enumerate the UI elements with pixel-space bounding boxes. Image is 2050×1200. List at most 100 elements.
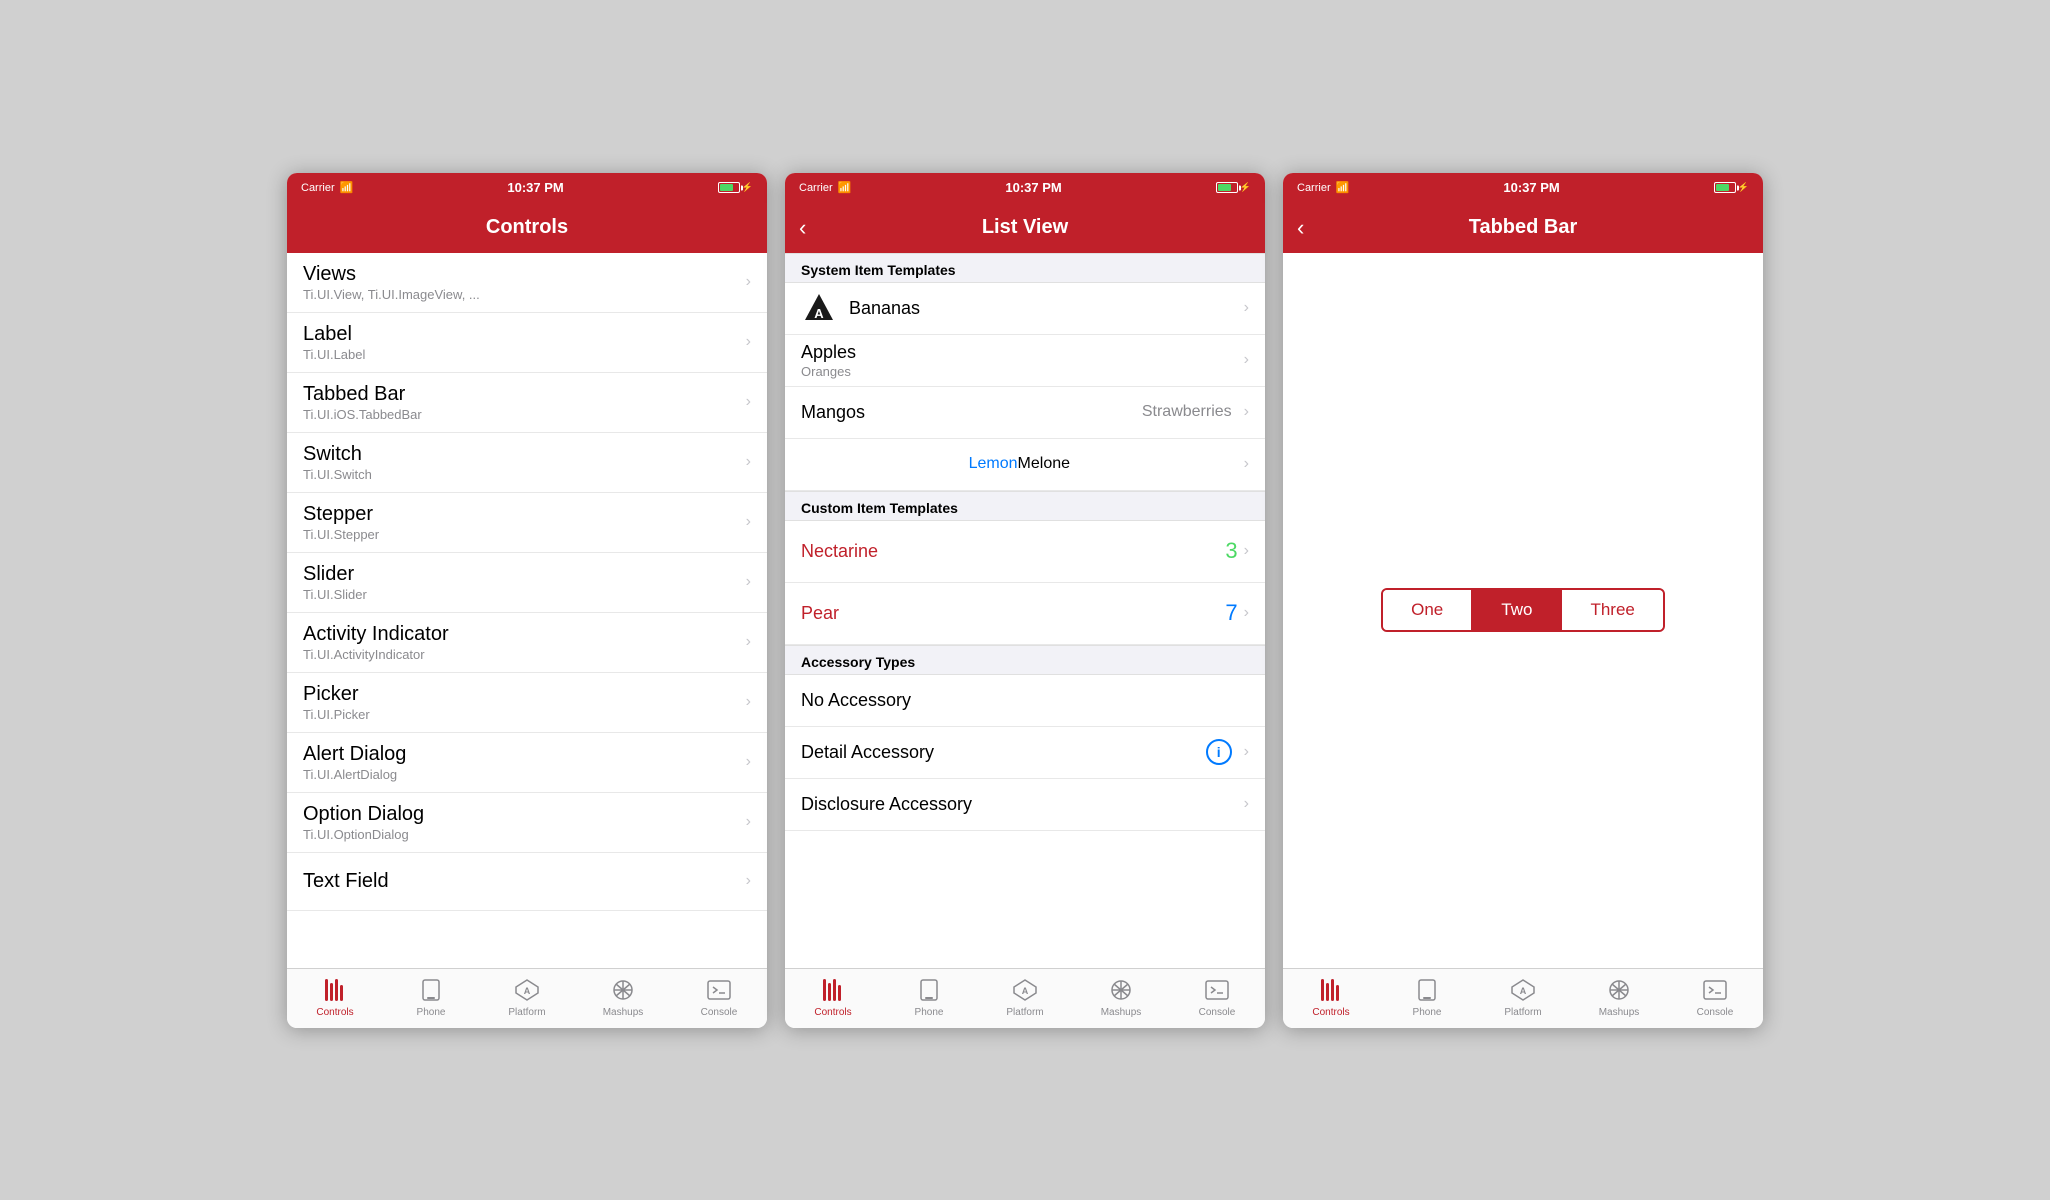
seg-btn-one[interactable]: One (1383, 590, 1473, 630)
platform-tab-icon-2: A (1013, 979, 1037, 1005)
chevron-lemon: › (1244, 455, 1249, 473)
list-row-title-bananas: Bananas (849, 298, 1238, 319)
svg-text:A: A (524, 986, 531, 996)
control-row-text-slider: Slider Ti.UI.Slider (303, 563, 740, 602)
lemon-text: Lemon (969, 455, 1018, 473)
tab-controls-3[interactable]: Controls (1283, 979, 1379, 1018)
control-title-tabbedbar: Tabbed Bar (303, 383, 740, 406)
tab-console-1[interactable]: Console (671, 979, 767, 1018)
time-2: 10:37 PM (1005, 180, 1061, 195)
back-button-3[interactable]: ‹ (1297, 215, 1304, 241)
carrier-label-1: Carrier (301, 182, 335, 194)
tab-label-platform-1: Platform (508, 1007, 545, 1018)
list-row-content-nectarine: Nectarine (801, 541, 1225, 562)
list-row-mangos[interactable]: Mangos Strawberries › (785, 387, 1265, 439)
tab-phone-3[interactable]: Phone (1379, 979, 1475, 1018)
list-row-disclosure-accessory[interactable]: Disclosure Accessory › (785, 779, 1265, 831)
status-right-2: ⚡ (1216, 182, 1251, 193)
listview-content: System Item Templates A Bananas › (785, 253, 1265, 968)
control-title-slider: Slider (303, 563, 740, 586)
control-row-text-activity: Activity Indicator Ti.UI.ActivityIndicat… (303, 623, 740, 662)
control-row-picker[interactable]: Picker Ti.UI.Picker › (287, 673, 767, 733)
control-row-optiondialog[interactable]: Option Dialog Ti.UI.OptionDialog › (287, 793, 767, 853)
control-row-alertdialog[interactable]: Alert Dialog Ti.UI.AlertDialog › (287, 733, 767, 793)
chevron-tabbedbar: › (746, 393, 751, 411)
chevron-mangos: › (1244, 403, 1249, 421)
chevron-detail-accessory: › (1244, 743, 1249, 761)
list-row-detail-accessory[interactable]: Detail Accessory i › (785, 727, 1265, 779)
list-row-nectarine[interactable]: Nectarine 3 › (785, 521, 1265, 583)
tab-platform-2[interactable]: A Platform (977, 979, 1073, 1018)
control-row-tabbedbar[interactable]: Tabbed Bar Ti.UI.iOS.TabbedBar › (287, 373, 767, 433)
tab-mashups-1[interactable]: Mashups (575, 979, 671, 1018)
phone-tab-icon-2 (920, 979, 938, 1005)
back-button-2[interactable]: ‹ (799, 215, 806, 241)
list-row-content-no-accessory: No Accessory (801, 690, 1249, 711)
control-row-views[interactable]: Views Ti.UI.View, Ti.UI.ImageView, ... › (287, 253, 767, 313)
nav-bar-1: Controls (287, 203, 767, 253)
tab-console-2[interactable]: Console (1169, 979, 1265, 1018)
control-row-textfield[interactable]: Text Field › (287, 853, 767, 911)
control-row-slider[interactable]: Slider Ti.UI.Slider › (287, 553, 767, 613)
chevron-views: › (746, 273, 751, 291)
list-row-lemon[interactable]: Lemon Melone › (785, 439, 1265, 491)
segmented-control[interactable]: One Two Three (1381, 588, 1665, 632)
control-title-views: Views (303, 263, 740, 286)
control-subtitle-tabbedbar: Ti.UI.iOS.TabbedBar (303, 407, 740, 422)
battery-body-2 (1216, 182, 1238, 193)
tab-mashups-2[interactable]: Mashups (1073, 979, 1169, 1018)
screens-container: Carrier 📶 10:37 PM ⚡ Controls (267, 153, 1783, 1048)
tab-label-mashups-3: Mashups (1599, 1007, 1640, 1018)
control-row-stepper[interactable]: Stepper Ti.UI.Stepper › (287, 493, 767, 553)
tab-mashups-3[interactable]: Mashups (1571, 979, 1667, 1018)
list-row-content-detail-accessory: Detail Accessory (801, 742, 1206, 763)
badge-pear: 7 (1225, 600, 1237, 626)
list-row-bananas[interactable]: A Bananas › (785, 283, 1265, 335)
controls-list[interactable]: Views Ti.UI.View, Ti.UI.ImageView, ... ›… (287, 253, 767, 968)
control-row-label[interactable]: Label Ti.UI.Label › (287, 313, 767, 373)
tab-controls-2[interactable]: Controls (785, 979, 881, 1018)
list-row-title-no-accessory: No Accessory (801, 690, 1249, 711)
list-row-content-disclosure-accessory: Disclosure Accessory (801, 794, 1238, 815)
lemon-melone-content: Lemon Melone (801, 455, 1238, 473)
section-header-accessory: Accessory Types (785, 645, 1265, 675)
control-row-text-label: Label Ti.UI.Label (303, 323, 740, 362)
chevron-textfield: › (746, 872, 751, 890)
seg-btn-two[interactable]: Two (1473, 590, 1562, 630)
bolt-1: ⚡ (742, 182, 753, 193)
list-container-2[interactable]: System Item Templates A Bananas › (785, 253, 1265, 968)
chevron-stepper: › (746, 513, 751, 531)
control-row-text-picker: Picker Ti.UI.Picker (303, 683, 740, 722)
tab-platform-3[interactable]: A Platform (1475, 979, 1571, 1018)
phone-tab-icon-3 (1418, 979, 1436, 1005)
controls-tab-icon-3 (1319, 979, 1343, 1005)
status-left-3: Carrier 📶 (1297, 181, 1349, 194)
status-right-3: ⚡ (1714, 182, 1749, 193)
time-1: 10:37 PM (507, 180, 563, 195)
platform-tab-icon-1: A (515, 979, 539, 1005)
tab-console-3[interactable]: Console (1667, 979, 1763, 1018)
list-row-pear[interactable]: Pear 7 › (785, 583, 1265, 645)
tab-platform-1[interactable]: A Platform (479, 979, 575, 1018)
battery-body-3 (1714, 182, 1736, 193)
status-right-1: ⚡ (718, 182, 753, 193)
tab-label-mashups-1: Mashups (603, 1007, 644, 1018)
list-row-no-accessory[interactable]: No Accessory (785, 675, 1265, 727)
tab-controls-1[interactable]: Controls (287, 979, 383, 1018)
info-button-detail[interactable]: i (1206, 739, 1232, 765)
list-row-apples[interactable]: Apples Oranges › (785, 335, 1265, 387)
seg-btn-three[interactable]: Three (1562, 590, 1662, 630)
platform-tab-icon-3: A (1511, 979, 1535, 1005)
control-row-activity[interactable]: Activity Indicator Ti.UI.ActivityIndicat… (287, 613, 767, 673)
control-title-stepper: Stepper (303, 503, 740, 526)
tab-phone-2[interactable]: Phone (881, 979, 977, 1018)
list-row-title-detail-accessory: Detail Accessory (801, 742, 1206, 763)
tab-label-console-3: Console (1697, 1007, 1734, 1018)
tab-label-mashups-2: Mashups (1101, 1007, 1142, 1018)
control-title-activity: Activity Indicator (303, 623, 740, 646)
battery-fill-1 (720, 184, 734, 191)
control-row-switch[interactable]: Switch Ti.UI.Switch › (287, 433, 767, 493)
list-row-value-mangos: Strawberries (1142, 403, 1232, 421)
tab-phone-1[interactable]: Phone (383, 979, 479, 1018)
battery-icon-3: ⚡ (1714, 182, 1749, 193)
